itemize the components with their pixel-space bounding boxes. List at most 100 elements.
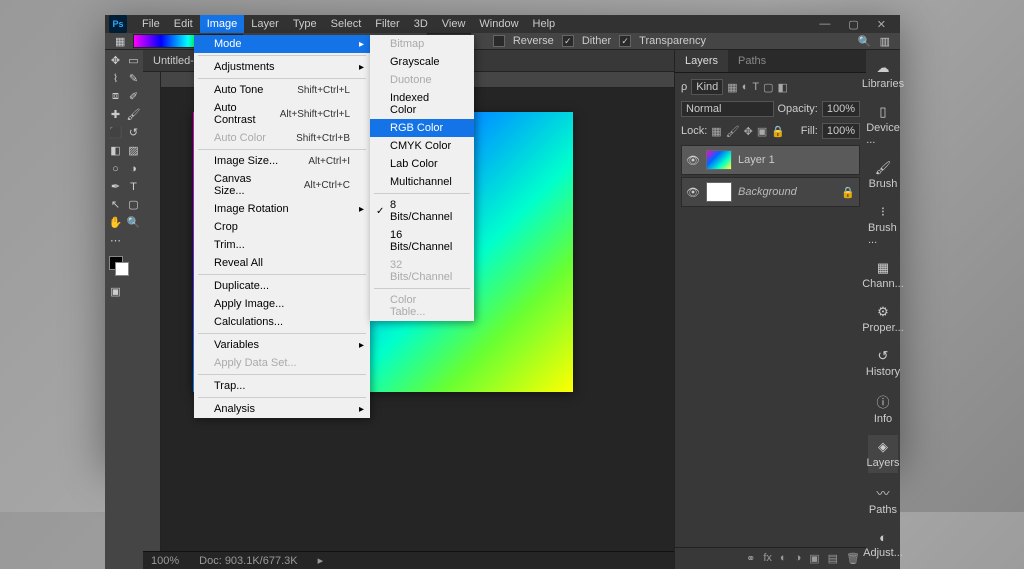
menu-auto-contrast[interactable]: Auto ContrastAlt+Shift+Ctrl+L bbox=[194, 99, 370, 129]
mode-cmyk[interactable]: CMYK Color bbox=[370, 137, 474, 155]
edit-toolbar[interactable]: ⋯ bbox=[107, 232, 124, 249]
type-tool[interactable]: T bbox=[125, 178, 142, 195]
menu-auto-tone[interactable]: Auto ToneShift+Ctrl+L bbox=[194, 81, 370, 99]
menu-apply-image[interactable]: Apply Image... bbox=[194, 295, 370, 313]
menu-type[interactable]: Type bbox=[286, 15, 324, 33]
gradient-tool[interactable]: ▨ bbox=[125, 142, 142, 159]
eraser-tool[interactable]: ◧ bbox=[107, 142, 124, 159]
tab-layers[interactable]: Layers bbox=[675, 50, 728, 72]
menu-help[interactable]: Help bbox=[526, 15, 563, 33]
menu-edit[interactable]: Edit bbox=[167, 15, 200, 33]
lock-artboard-icon[interactable]: ▣ bbox=[757, 125, 767, 138]
minimize-icon[interactable]: — bbox=[819, 18, 830, 31]
lock-all-icon[interactable]: 🔒 bbox=[771, 125, 785, 138]
lock-transparent-icon[interactable]: ▦ bbox=[711, 125, 721, 138]
dock-brush-presets[interactable]: ⁝Brush ... bbox=[868, 200, 898, 250]
menu-reveal-all[interactable]: Reveal All bbox=[194, 254, 370, 272]
mode-indexed[interactable]: Indexed Color bbox=[370, 89, 474, 119]
blend-mode-select[interactable]: Normal bbox=[681, 101, 774, 117]
adjustment-layer-icon[interactable]: ◑ bbox=[795, 552, 802, 565]
menu-filter[interactable]: Filter bbox=[368, 15, 406, 33]
mode-grayscale[interactable]: Grayscale bbox=[370, 53, 474, 71]
menu-canvas-size[interactable]: Canvas Size...Alt+Ctrl+C bbox=[194, 170, 370, 200]
dock-adjust[interactable]: ◐Adjust... bbox=[868, 526, 898, 563]
dodge-tool[interactable]: ◑ bbox=[125, 160, 142, 177]
kind-filter[interactable]: Kind bbox=[691, 79, 723, 95]
move-tool[interactable]: ✥ bbox=[107, 52, 124, 69]
marquee-tool[interactable]: ▭ bbox=[125, 52, 142, 69]
mode-multichannel[interactable]: Multichannel bbox=[370, 173, 474, 191]
menu-analysis[interactable]: Analysis bbox=[194, 400, 370, 418]
dock-layers[interactable]: ◈Layers bbox=[868, 435, 898, 473]
zoom-tool[interactable]: 🔍 bbox=[125, 214, 142, 231]
filter-smart-icon[interactable]: ◧ bbox=[778, 81, 788, 94]
menu-apply-data-set[interactable]: Apply Data Set... bbox=[194, 354, 370, 372]
menu-adjustments[interactable]: Adjustments bbox=[194, 58, 370, 76]
workspace-switcher-icon[interactable]: ▥ bbox=[880, 35, 890, 48]
filter-shape-icon[interactable]: ▢ bbox=[763, 81, 773, 94]
layer-name[interactable]: Layer 1 bbox=[738, 154, 855, 166]
shape-tool[interactable]: ▢ bbox=[125, 196, 142, 213]
zoom-level[interactable]: 100% bbox=[151, 555, 179, 567]
dock-libraries[interactable]: ☁Libraries bbox=[868, 56, 898, 94]
menu-mode[interactable]: Mode bbox=[194, 35, 370, 53]
dock-channels[interactable]: ▦Chann... bbox=[868, 256, 898, 294]
hand-tool[interactable]: ✋ bbox=[107, 214, 124, 231]
layer-opacity-input[interactable]: 100% bbox=[822, 101, 860, 117]
menu-layer[interactable]: Layer bbox=[244, 15, 286, 33]
transparency-checkbox[interactable] bbox=[619, 35, 631, 47]
menu-variables[interactable]: Variables bbox=[194, 336, 370, 354]
menu-trap[interactable]: Trap... bbox=[194, 377, 370, 395]
healing-tool[interactable]: ✚ bbox=[107, 106, 124, 123]
eyedropper-tool[interactable]: ✐ bbox=[125, 88, 142, 105]
layer-name[interactable]: Background bbox=[738, 186, 835, 198]
menu-file[interactable]: File bbox=[135, 15, 167, 33]
lock-position-icon[interactable]: ✥ bbox=[744, 125, 753, 138]
dither-checkbox[interactable] bbox=[562, 35, 574, 47]
menu-select[interactable]: Select bbox=[324, 15, 369, 33]
layer-row-layer1[interactable]: 👁 Layer 1 bbox=[681, 145, 860, 175]
lasso-tool[interactable]: ⌇ bbox=[107, 70, 124, 87]
status-arrow-icon[interactable]: ▸ bbox=[318, 554, 324, 567]
mode-color-table[interactable]: Color Table... bbox=[370, 291, 474, 321]
search-icon[interactable]: 🔍 bbox=[858, 35, 872, 48]
doc-info[interactable]: Doc: 903.1K/677.3K bbox=[199, 555, 297, 567]
path-tool[interactable]: ↖ bbox=[107, 196, 124, 213]
dock-info[interactable]: ⓘInfo bbox=[868, 388, 898, 429]
menu-image-size[interactable]: Image Size...Alt+Ctrl+I bbox=[194, 152, 370, 170]
delete-layer-icon[interactable]: 🗑 bbox=[846, 552, 860, 565]
background-color[interactable] bbox=[115, 262, 129, 276]
menu-image[interactable]: Image bbox=[200, 15, 245, 33]
mode-8bit[interactable]: 8 Bits/Channel bbox=[370, 196, 474, 226]
link-layers-icon[interactable]: ⚭ bbox=[746, 552, 755, 565]
layer-group-icon[interactable]: ▣ bbox=[809, 552, 819, 565]
dock-history[interactable]: ↺History bbox=[868, 344, 898, 382]
blur-tool[interactable]: ○ bbox=[107, 160, 124, 177]
history-brush-tool[interactable]: ↺ bbox=[125, 124, 142, 141]
screen-mode-icon[interactable]: ▣ bbox=[107, 283, 124, 300]
layer-row-background[interactable]: 👁 Background 🔒 bbox=[681, 177, 860, 207]
tab-paths[interactable]: Paths bbox=[728, 50, 776, 72]
dock-properties[interactable]: ⚙Proper... bbox=[868, 300, 898, 338]
filter-type-icon[interactable]: T bbox=[752, 81, 759, 94]
menu-image-rotation[interactable]: Image Rotation bbox=[194, 200, 370, 218]
menu-window[interactable]: Window bbox=[472, 15, 525, 33]
color-swatches[interactable] bbox=[107, 254, 142, 278]
mode-32bit[interactable]: 32 Bits/Channel bbox=[370, 256, 474, 286]
quick-select-tool[interactable]: ✎ bbox=[125, 70, 142, 87]
brush-tool[interactable]: 🖌 bbox=[125, 106, 142, 123]
menu-duplicate[interactable]: Duplicate... bbox=[194, 277, 370, 295]
crop-tool[interactable]: ⧈ bbox=[107, 88, 124, 105]
visibility-icon[interactable]: 👁 bbox=[686, 154, 700, 167]
filter-pixel-icon[interactable]: ▦ bbox=[727, 81, 737, 94]
mode-16bit[interactable]: 16 Bits/Channel bbox=[370, 226, 474, 256]
stamp-tool[interactable]: ⬛ bbox=[107, 124, 124, 141]
pen-tool[interactable]: ✒ bbox=[107, 178, 124, 195]
gradient-tool-icon[interactable]: ▦ bbox=[115, 35, 125, 48]
mode-duotone[interactable]: Duotone bbox=[370, 71, 474, 89]
visibility-icon[interactable]: 👁 bbox=[686, 186, 700, 199]
maximize-icon[interactable]: ▢ bbox=[848, 18, 858, 31]
menu-3d[interactable]: 3D bbox=[407, 15, 435, 33]
new-layer-icon[interactable]: ▤ bbox=[828, 552, 838, 565]
menu-trim[interactable]: Trim... bbox=[194, 236, 370, 254]
